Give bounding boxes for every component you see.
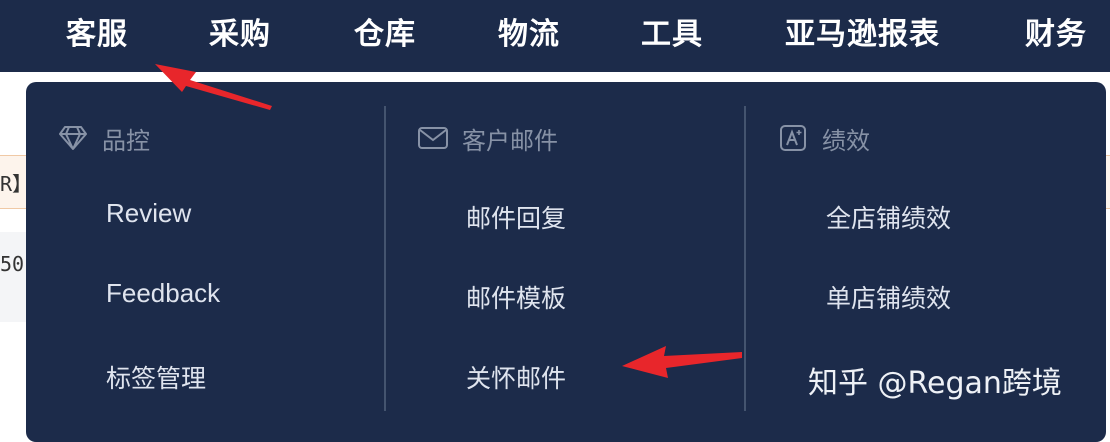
column-divider <box>744 106 746 411</box>
group-heading-customer-mail: 客户邮件 <box>416 118 558 158</box>
nav-item-amazon-reports[interactable]: 亚马逊报表 <box>785 0 940 72</box>
menu-item-mail-reply[interactable]: 邮件回复 <box>466 199 566 235</box>
group-heading-label: 绩效 <box>822 126 870 155</box>
nav-item-logistics[interactable]: 物流 <box>498 0 560 72</box>
group-heading-label: 品控 <box>102 126 150 155</box>
menu-item-single-store-performance[interactable]: 单店铺绩效 <box>826 279 951 315</box>
menu-item-care-mail[interactable]: 关怀邮件 <box>466 359 566 395</box>
nav-item-warehouse[interactable]: 仓库 <box>354 0 416 72</box>
group-heading-label: 客户邮件 <box>462 126 558 155</box>
nav-item-tools[interactable]: 工具 <box>641 0 703 72</box>
nav-item-customer-service[interactable]: 客服 <box>66 0 128 72</box>
performance-icon <box>776 123 810 153</box>
menu-item-review[interactable]: Review <box>106 198 191 229</box>
group-heading-quality-control: 品控 <box>56 118 150 158</box>
menu-item-mail-template[interactable]: 邮件模板 <box>466 279 566 315</box>
watermark: 知乎 @Regan跨境 <box>808 366 1062 401</box>
top-navigation-bar: 客服 采购 仓库 物流 工具 亚马逊报表 财务 <box>0 0 1110 72</box>
mail-icon <box>416 123 450 153</box>
diamond-icon <box>56 123 90 153</box>
column-divider <box>384 106 386 411</box>
menu-item-feedback[interactable]: Feedback <box>106 278 220 309</box>
background-panel <box>0 232 26 322</box>
nav-item-purchasing[interactable]: 采购 <box>209 0 271 72</box>
nav-item-finance[interactable]: 财务 <box>1025 0 1087 72</box>
group-heading-performance: 绩效 <box>776 118 870 158</box>
menu-item-label-management[interactable]: 标签管理 <box>106 359 206 395</box>
menu-item-all-store-performance[interactable]: 全店铺绩效 <box>826 199 951 235</box>
